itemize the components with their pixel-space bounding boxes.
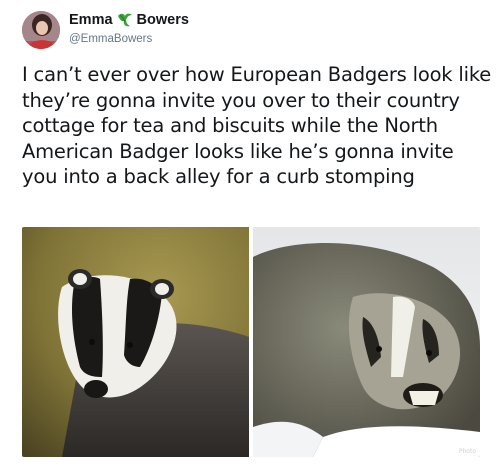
display-name[interactable]: Emma Bowers bbox=[69, 11, 189, 29]
avatar[interactable] bbox=[22, 11, 60, 49]
photo-watermark: Photo bbox=[458, 448, 476, 455]
leaf-icon bbox=[116, 12, 134, 28]
tweet-text: I can’t ever over how European Badgers l… bbox=[22, 63, 492, 188]
user-handle[interactable]: @EmmaBowers bbox=[69, 31, 189, 47]
tweet-media[interactable]: Photo bbox=[22, 227, 480, 457]
display-name-first[interactable]: Emma bbox=[69, 11, 113, 29]
tweet-card: Emma Bowers @EmmaBowers I can’t ever ove… bbox=[0, 0, 500, 466]
user-info: Emma Bowers @EmmaBowers bbox=[69, 11, 189, 47]
american-badger-photo[interactable]: Photo bbox=[253, 227, 480, 457]
display-name-last[interactable]: Bowers bbox=[137, 11, 189, 29]
european-badger-photo[interactable] bbox=[22, 227, 249, 457]
